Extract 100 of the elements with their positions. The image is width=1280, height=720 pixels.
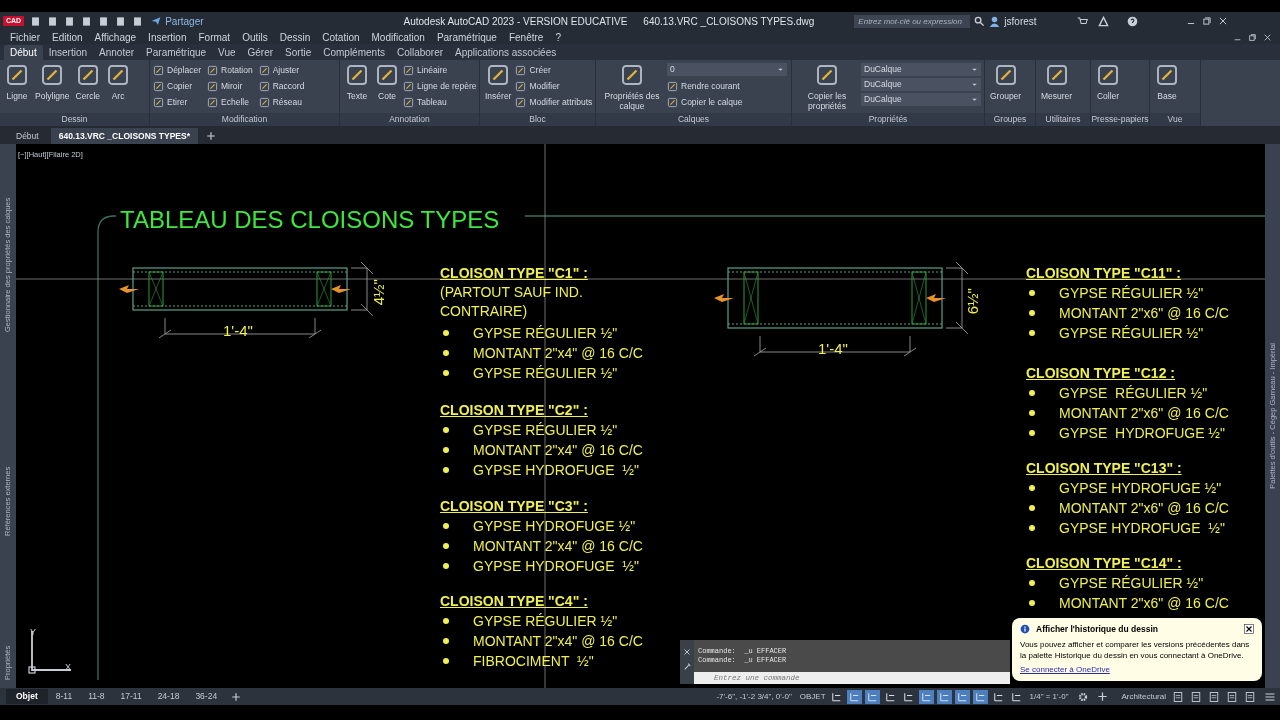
ribbon-tool-button[interactable]: Modifier attributs — [515, 95, 593, 109]
menu-item[interactable]: Affichage — [88, 29, 143, 45]
ribbon-tab[interactable]: Applications associées — [449, 45, 563, 60]
document-tab[interactable]: Début — [8, 128, 47, 144]
note-heading: CLOISON TYPE "C14" : — [1026, 554, 1183, 573]
note-item: MONTANT 2"x4" @ 16 C/C — [473, 344, 643, 363]
note-item: GYPSE RÉGULIER ½" — [1059, 324, 1204, 343]
menu-item[interactable]: Insertion — [142, 29, 193, 45]
ribbon-tab[interactable]: Paramétrique — [140, 45, 213, 60]
dimension-text: 6½" — [962, 288, 982, 315]
ribbon-tab[interactable]: Gérer — [241, 45, 280, 60]
note-item: MONTANT 2"x6" @ 16 C/C — [1059, 499, 1229, 518]
ribbon-tool-button[interactable]: Polyligne — [33, 63, 72, 101]
ribbon-tab[interactable]: Sortie — [279, 45, 318, 60]
ribbon-tool-button[interactable]: Copier les propriétés — [795, 63, 859, 111]
ribbon-tool-button[interactable]: Modifier — [515, 79, 593, 93]
ribbon-tool-button[interactable]: Ligne — [3, 63, 31, 101]
dropdown-field[interactable]: DuCalque — [861, 63, 981, 76]
file-name: 640.13.VRC _CLOISONS TYPES.dwg — [643, 14, 815, 29]
ribbon-tab[interactable]: Annoter — [93, 45, 141, 60]
layout-tab[interactable]: Objet — [6, 689, 48, 704]
menu-item[interactable]: Edition — [46, 29, 89, 45]
model-space-button[interactable]: OBJET — [799, 690, 826, 703]
note-heading: CLOISON TYPE "C3" : — [440, 497, 589, 516]
menu-item[interactable]: Modification — [365, 29, 431, 45]
ribbon-tool-button[interactable]: Base — [1153, 63, 1181, 101]
note-heading: CLOISON TYPE "C1" : — [440, 264, 589, 283]
layout-tab[interactable]: 36-24 — [187, 689, 226, 704]
note-item: GYPSE RÉGULIER ½" — [473, 421, 618, 440]
note-item: GYPSE HYDROFUGE ½" — [1059, 424, 1225, 443]
ribbon-tab[interactable]: Compléments — [317, 45, 391, 60]
layout-tab[interactable]: 11-8 — [80, 689, 113, 704]
dimension-text: 4½" — [368, 279, 388, 306]
note-item: GYPSE RÉGULIER ½" — [1059, 384, 1208, 403]
ribbon-tool-button[interactable]: Propriétés des calque — [599, 63, 665, 111]
annotation-scale-button[interactable]: 1/4" = 1'-0" — [1029, 690, 1069, 703]
notification-text: Vous pouvez afficher et comparer les versions précédentes dans la palette Historique du dessin en vous connectant à OneDrive. — [1020, 638, 1251, 661]
ribbon-tool-button[interactable]: Echelle — [207, 95, 253, 109]
ribbon-tool-button[interactable]: Rendre courant — [667, 79, 787, 93]
units-dropdown[interactable]: Architectural — [1121, 690, 1166, 703]
ribbon-tool-button[interactable]: Ligne de repère — [403, 79, 477, 93]
onedrive-link[interactable]: Se connecter à OneDrive — [1020, 663, 1254, 676]
ribbon-tab[interactable]: Insertion — [42, 45, 94, 60]
coordinates-readout: -7'-6", -1'-2 3/4", 0'-0" — [716, 690, 792, 703]
ribbon-tool-button[interactable]: Coller — [1094, 63, 1122, 101]
ribbon-tool-button[interactable]: Mesurer — [1039, 63, 1075, 101]
dimension-text: 1'-4" — [818, 339, 848, 359]
menu-item[interactable]: Cotation — [316, 29, 366, 45]
ribbon-tab[interactable]: Vue — [212, 45, 242, 60]
menu-item[interactable]: Fenêtre — [502, 29, 550, 45]
menu-item[interactable]: Format — [192, 29, 237, 45]
axis-label: Y — [30, 626, 36, 639]
menu-item[interactable]: Dessin — [273, 29, 317, 45]
ribbon-tool-button[interactable]: Créer — [515, 63, 593, 77]
panel-title[interactable]: Calques — [677, 113, 710, 126]
note-item: GYPSE HYDROFUGE ½" — [1059, 479, 1222, 498]
layout-tab[interactable]: 8-11 — [47, 689, 81, 704]
menu-item[interactable]: Outils — [236, 29, 274, 45]
layout-tab[interactable]: 24-18 — [149, 689, 188, 704]
note-heading: CLOISON TYPE "C13" : — [1026, 459, 1183, 478]
note-item: GYPSE HYDROFUGE ½" — [473, 461, 639, 480]
ribbon-tool-button[interactable]: Linéaire — [403, 63, 477, 77]
dropdown-field[interactable]: DuCalque — [861, 93, 981, 106]
panel-title[interactable]: Bloc — [529, 113, 546, 126]
note-item: GYPSE RÉGULIER ½" — [473, 364, 618, 383]
note-subtitle: (PARTOUT SAUF IND. CONTRAIRE) — [440, 283, 584, 321]
panel-title[interactable]: Presse-papiers — [1091, 113, 1149, 126]
user-name[interactable]: jsforest — [1004, 13, 1037, 29]
ribbon-tool-button[interactable]: Déplacer — [153, 63, 202, 77]
share-button[interactable]: Partager — [151, 13, 204, 29]
ribbon-tool-button[interactable]: Réseau — [258, 95, 305, 109]
ribbon-tab[interactable]: Collaborer — [390, 45, 450, 60]
note-item: MONTANT 2"x6" @ 16 C/C — [1059, 304, 1229, 323]
note-heading: CLOISON TYPE "C11" : — [1026, 264, 1182, 283]
ribbon-tool-button[interactable]: Arc — [104, 63, 133, 101]
dimension-text: 1'-4" — [223, 321, 253, 341]
dropdown-field[interactable]: 0 — [667, 63, 787, 76]
menu-item[interactable]: Paramétrique — [430, 29, 503, 45]
ribbon-tool-button[interactable]: Raccord — [258, 79, 305, 93]
layout-tab[interactable]: 17-11 — [112, 689, 150, 704]
ribbon-tool-button[interactable]: Cote — [373, 63, 401, 101]
note-item: MONTANT 2"x4" @ 16 C/C — [473, 441, 643, 460]
ribbon-tool-button[interactable]: Rotation — [207, 63, 253, 77]
search-field[interactable]: Entrez mot-clé ou expression — [854, 14, 971, 28]
ribbon-tool-button[interactable]: Grouper — [988, 63, 1024, 101]
menu-item[interactable]: ? — [549, 29, 567, 45]
ribbon-tab[interactable]: Début — [4, 45, 43, 60]
ribbon-tool-button[interactable]: Cercle — [73, 63, 103, 101]
document-tab[interactable]: 640.13.VRC _CLOISONS TYPES* — [50, 128, 198, 144]
menu-item[interactable]: Fichier — [4, 29, 46, 45]
ribbon-tool-button[interactable]: Miroir — [207, 79, 253, 93]
ribbon-tool-button[interactable]: Insérer — [483, 63, 514, 101]
ribbon-tool-button[interactable]: Ajuster — [258, 63, 305, 77]
ribbon-tool-button[interactable]: Etirer — [153, 95, 202, 109]
ribbon-tool-button[interactable]: Tableau — [403, 95, 477, 109]
dropdown-field[interactable]: DuCalque — [861, 78, 981, 91]
ribbon-tool-button[interactable]: Copier — [153, 79, 202, 93]
panel-title[interactable]: Dessin — [61, 113, 88, 126]
ribbon-tool-button[interactable]: Texte — [343, 63, 371, 101]
ribbon-tool-button[interactable]: Copier le calque — [667, 95, 787, 109]
